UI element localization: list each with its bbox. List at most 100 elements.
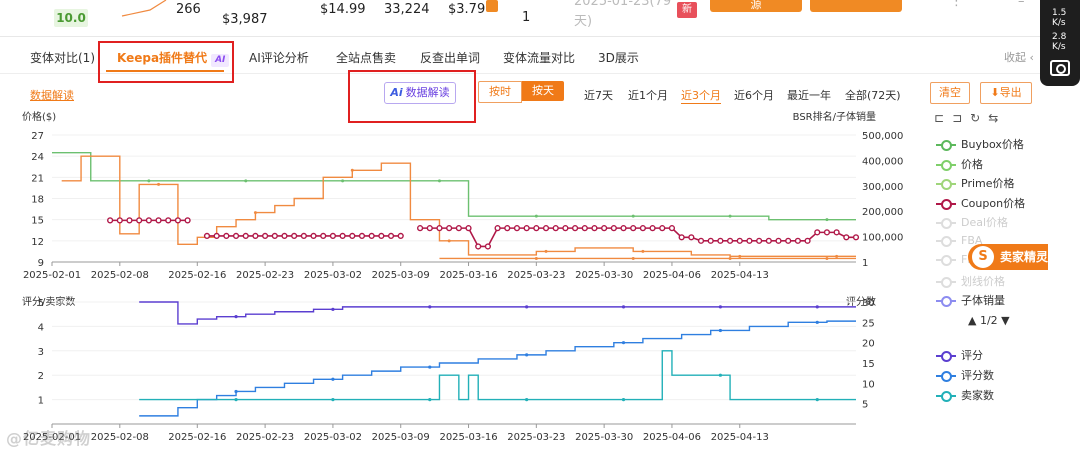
by-day-button[interactable]: 按天 bbox=[522, 81, 564, 101]
restore-icon[interactable]: ⊐ bbox=[952, 111, 962, 125]
range-option[interactable]: 近6个月 bbox=[734, 87, 774, 103]
upload-unit: K/s bbox=[1052, 18, 1066, 28]
swap-icon[interactable]: ⇆ bbox=[988, 111, 998, 125]
network-monitor: 1.5 K/s 2.8 K/s bbox=[1040, 0, 1080, 86]
series-point bbox=[649, 225, 656, 232]
series-point bbox=[697, 237, 705, 244]
series-point bbox=[707, 237, 714, 244]
series-point bbox=[387, 232, 395, 239]
tab-all-sites[interactable]: 全站点售卖 bbox=[336, 49, 396, 66]
legend-item[interactable]: Deal价格 bbox=[936, 214, 1008, 230]
tab-variant-compare[interactable]: 变体对比(1) bbox=[30, 49, 95, 66]
series-point bbox=[835, 254, 839, 258]
minus-icon[interactable]: – bbox=[1018, 0, 1025, 9]
series-point bbox=[726, 237, 734, 244]
series-point bbox=[475, 243, 482, 250]
x-tick-label: 2025-03-02 bbox=[304, 432, 362, 443]
tab-variant-traffic[interactable]: 变体流量对比 bbox=[503, 49, 575, 66]
series-point bbox=[358, 232, 366, 239]
legend-marker bbox=[936, 218, 956, 229]
series-point bbox=[157, 182, 161, 186]
series-point bbox=[244, 179, 248, 183]
seller-sprite-widget[interactable]: S 卖家精灵 bbox=[968, 244, 1048, 270]
legend-item[interactable]: 子体销量 bbox=[936, 292, 1005, 308]
legend-marker bbox=[936, 255, 956, 266]
source-button[interactable]: 源 bbox=[710, 0, 802, 12]
export-button[interactable]: ⬇导出 bbox=[980, 82, 1032, 104]
legend-marker bbox=[936, 391, 956, 402]
series-point bbox=[678, 234, 685, 241]
series-point bbox=[542, 225, 550, 232]
range-option[interactable]: 近3个月 bbox=[681, 87, 721, 104]
y-tick-label: 3 bbox=[38, 347, 44, 358]
legend-item[interactable]: 价格 bbox=[936, 156, 983, 172]
legend-label: 评分数 bbox=[961, 369, 994, 382]
legend-label: Deal价格 bbox=[961, 216, 1009, 229]
series-point bbox=[591, 225, 598, 232]
calculator-icon[interactable] bbox=[486, 0, 498, 12]
series-point bbox=[447, 239, 451, 243]
legend-label: 评分 bbox=[961, 349, 983, 362]
range-option[interactable]: 最近一年 bbox=[787, 87, 831, 103]
series-point bbox=[533, 225, 540, 232]
tab-3d[interactable]: 3D展示 bbox=[598, 49, 639, 66]
legend-item[interactable]: Prime价格 bbox=[936, 175, 1015, 191]
series-point bbox=[213, 232, 220, 239]
series-point bbox=[525, 398, 529, 402]
series-point bbox=[136, 217, 143, 224]
rating-chart[interactable]: 评分/卖家数 评分数12345510152025302025-02-01 2025-… bbox=[0, 292, 930, 452]
y-tick-label: 9 bbox=[38, 258, 44, 269]
legend-item[interactable]: 评分 bbox=[936, 347, 983, 363]
legend-item[interactable]: Coupon价格 bbox=[936, 195, 1025, 211]
legend-item[interactable]: 划线价格 bbox=[936, 273, 1005, 289]
series-point bbox=[631, 214, 635, 218]
count-value: 33,224 bbox=[384, 2, 430, 17]
series-point bbox=[331, 307, 335, 311]
tab-reverse-keywords[interactable]: 反查出单词 bbox=[420, 49, 480, 66]
series-point bbox=[544, 249, 548, 253]
series-point bbox=[116, 217, 123, 224]
series-point bbox=[291, 232, 298, 239]
price-b: $14.99 bbox=[320, 2, 366, 17]
series-point bbox=[232, 232, 240, 239]
range-option[interactable]: 全部(72天) bbox=[845, 87, 901, 103]
legend-item[interactable]: 卖家数 bbox=[936, 387, 994, 403]
by-hour-button[interactable]: 按时 bbox=[478, 81, 522, 103]
price-chart[interactable]: 价格($) BSR排名/子体销量 9 12 15 18 21 24 27 1 100,000 200,… bbox=[0, 108, 930, 290]
menu-icon[interactable]: ⋮ bbox=[950, 0, 963, 9]
legend-item[interactable]: Buybox价格 bbox=[936, 136, 1024, 152]
y-tick-label: 5 bbox=[38, 298, 44, 309]
y-tick-label: 27 bbox=[31, 131, 44, 142]
series-line bbox=[52, 151, 856, 221]
series-point bbox=[525, 305, 529, 309]
explain-link[interactable]: 数据解读 bbox=[30, 87, 74, 103]
clear-button[interactable]: 清空 bbox=[930, 82, 970, 104]
x-tick-label: 2025-03-16 bbox=[439, 432, 497, 443]
series-point bbox=[814, 229, 821, 236]
zoom-icon[interactable]: ⊏ bbox=[934, 111, 944, 125]
action-button-2[interactable] bbox=[810, 0, 902, 12]
legend-label: Buybox价格 bbox=[961, 138, 1024, 151]
days-line: 天) bbox=[574, 14, 593, 29]
collapse-toggle[interactable]: 收起 ‹ bbox=[1004, 49, 1034, 65]
range-option[interactable]: 近1个月 bbox=[628, 87, 668, 103]
x-tick-label: 2025-02-23 bbox=[236, 270, 294, 281]
series-point bbox=[601, 225, 608, 232]
series-point bbox=[794, 237, 801, 244]
legend-item[interactable]: 评分数 bbox=[936, 367, 994, 383]
camera-icon[interactable] bbox=[1050, 60, 1070, 76]
legend-label: Prime价格 bbox=[961, 177, 1015, 190]
y2-tick-label: 400,000 bbox=[862, 156, 903, 167]
refresh-icon[interactable]: ↻ bbox=[970, 111, 980, 125]
legend-marker bbox=[936, 235, 956, 247]
tab-ai-review[interactable]: AI评论分析 bbox=[249, 49, 309, 66]
y-tick-label: 12 bbox=[31, 237, 44, 248]
series-point bbox=[446, 225, 453, 232]
seller-brand-label: 卖家精灵 bbox=[1000, 250, 1049, 264]
x-tick-label: 2025-04-06 bbox=[643, 270, 701, 281]
chart-tools: ⊏ ⊐ ↻ ⇆ bbox=[934, 111, 1006, 125]
series-point bbox=[815, 398, 819, 402]
legend-pager[interactable]: ▲ 1/2 ▼ bbox=[968, 314, 1010, 327]
range-option[interactable]: 近7天 bbox=[584, 87, 613, 103]
y-tick-label: 15 bbox=[31, 216, 44, 227]
